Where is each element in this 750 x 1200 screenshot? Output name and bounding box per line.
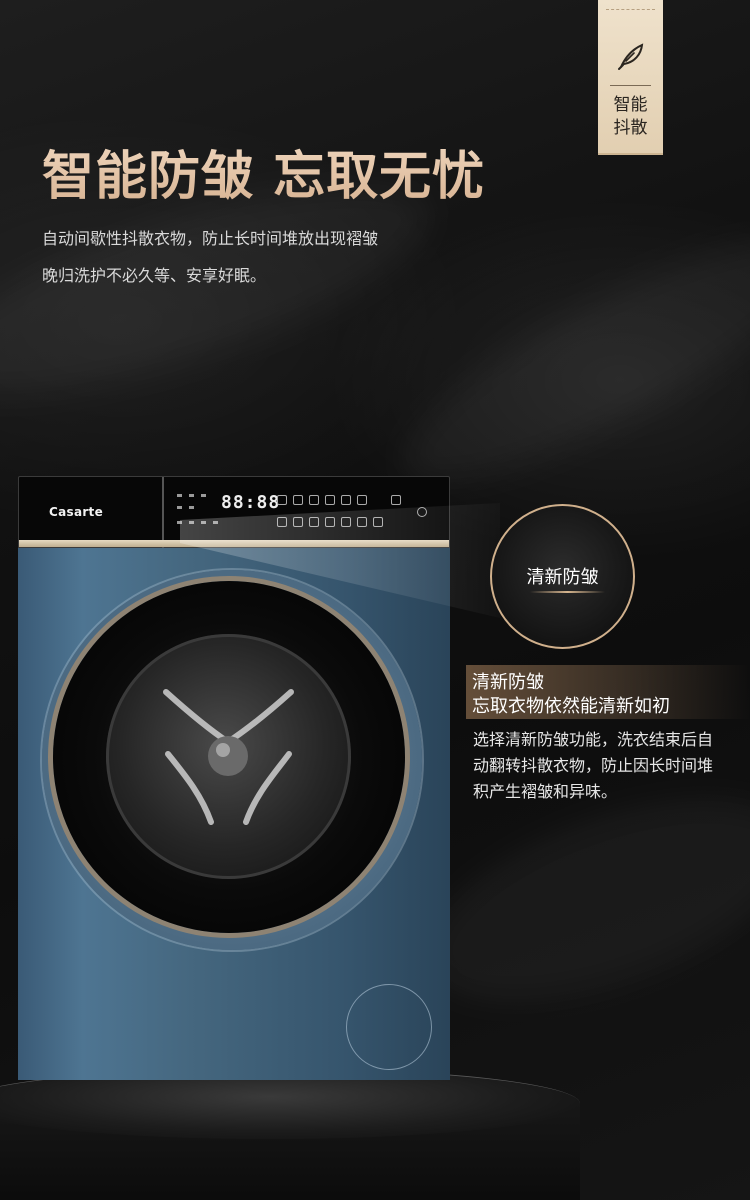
feature-circle-label: 清新防皱: [526, 567, 599, 588]
intro-line: 自动间歇性抖散衣物，防止长时间堆放出现褶皱: [42, 229, 379, 248]
badge-rule: [610, 85, 651, 86]
fabric-highlight: [378, 199, 750, 521]
badge-stitch: [606, 9, 655, 10]
drain-cap: [346, 984, 432, 1070]
feature-badge: 智能 抖散: [598, 0, 663, 155]
feature-subtitle: 忘取衣物依然能清新如初: [472, 696, 670, 717]
feature-circle-underline: [530, 591, 605, 593]
page-title: 智能防皱 忘取无忧: [42, 134, 485, 209]
feature-description-line: 动翻转抖散衣物，防止因长时间堆: [473, 756, 714, 775]
feature-description-line: 选择清新防皱功能，洗衣结束后自: [473, 730, 714, 749]
feather-icon: [618, 43, 644, 70]
intro-line: 晚归洗护不必久等、安享好眠。: [42, 266, 267, 285]
product-page: 智能 抖散 智能防皱 忘取无忧 自动间歇性抖散衣物，防止长时间堆放出现褶皱 晚归…: [0, 0, 750, 1200]
feature-circle: 清新防皱: [490, 504, 635, 649]
panel-divider: [162, 477, 164, 548]
drum-paddles: [163, 689, 294, 825]
feature-description-line: 积产生褶皱和异味。: [473, 782, 618, 801]
badge-label: 智能 抖散: [613, 95, 648, 138]
light-beam: [180, 503, 500, 618]
drum: [106, 634, 351, 879]
feature-title: 清新防皱: [472, 672, 544, 693]
brand-logo: Casarte: [49, 505, 104, 519]
